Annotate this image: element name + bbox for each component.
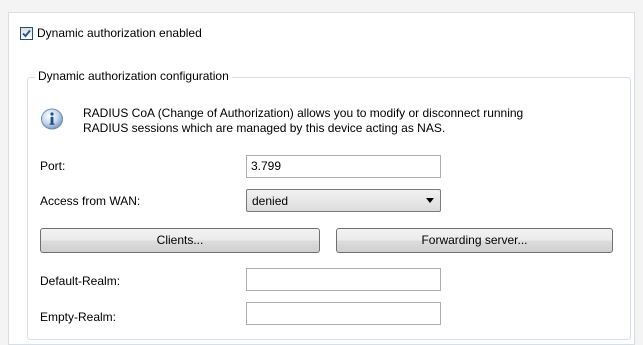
groupbox-title: Dynamic authorization configuration (35, 68, 232, 84)
info-message-line-2: RADIUS sessions which are managed by thi… (83, 121, 446, 135)
clients-button[interactable]: Clients... (40, 228, 320, 253)
port-label: Port: (40, 159, 66, 173)
dynamic-authorization-label: Dynamic authorization enabled (37, 26, 202, 40)
access-from-wan-label: Access from WAN: (40, 194, 141, 208)
dynamic-authorization-checkbox[interactable] (20, 26, 33, 40)
info-icon (41, 108, 63, 130)
chevron-down-icon (426, 198, 434, 203)
forwarding-server-button[interactable]: Forwarding server... (336, 228, 613, 253)
access-from-wan-select[interactable]: denied (246, 189, 441, 212)
default-realm-input[interactable] (246, 268, 441, 291)
default-realm-label: Default-Realm: (40, 274, 121, 288)
empty-realm-input[interactable] (246, 302, 441, 325)
info-message-line-1: RADIUS CoA (Change of Authorization) all… (83, 106, 524, 120)
port-input[interactable]: 3.799 (246, 155, 441, 178)
info-message: RADIUS CoA (Change of Authorization) all… (83, 106, 613, 136)
access-from-wan-value: denied (252, 194, 289, 208)
empty-realm-label: Empty-Realm: (40, 310, 117, 324)
dynamic-authorization-checkbox-row[interactable]: Dynamic authorization enabled (20, 25, 202, 41)
checkmark-icon (22, 29, 31, 37)
